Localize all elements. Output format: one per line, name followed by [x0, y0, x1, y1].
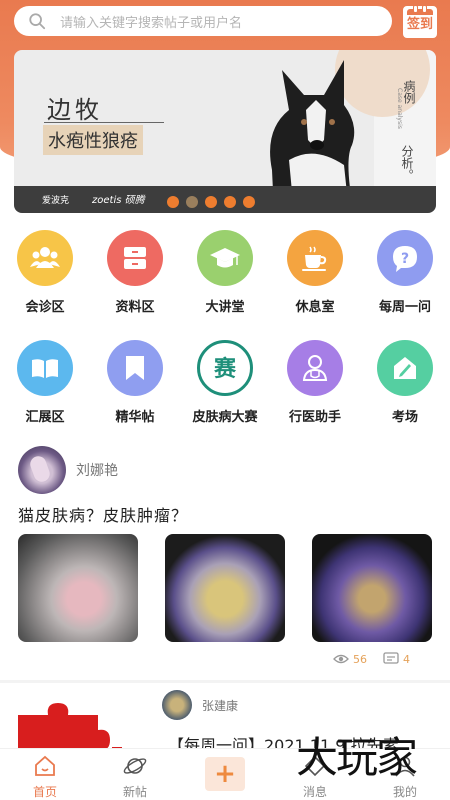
grid-label: 考场 — [391, 410, 418, 425]
grid-label: 会诊区 — [25, 300, 65, 315]
plus-icon[interactable]: + — [205, 757, 245, 791]
post-title[interactable]: 猫皮肤病？皮肤肿瘤？ — [18, 502, 188, 526]
grid-item-lectures[interactable]: 大讲堂 — [180, 230, 270, 315]
pagination-dot[interactable] — [243, 196, 255, 208]
avatar[interactable] — [18, 446, 66, 494]
watermark-text: 大玩家 — [296, 733, 418, 782]
competition-icon: 赛 — [197, 340, 253, 396]
grid-label: 汇展区 — [25, 410, 65, 425]
author-name[interactable]: 张建康 — [202, 697, 238, 714]
grid-label: 大讲堂 — [205, 300, 245, 315]
grid-label: 休息室 — [295, 300, 335, 315]
svg-text:?: ? — [401, 251, 409, 267]
post-author[interactable]: 刘娜艳 — [18, 446, 118, 494]
grid-item-lounge[interactable]: 休息室 — [270, 230, 360, 315]
grid-label: 每周一问 — [378, 300, 431, 315]
grid-item-featured[interactable]: 精华帖 — [90, 340, 180, 425]
exam-icon — [377, 340, 433, 396]
pagination-dot[interactable] — [224, 196, 236, 208]
comment-count: 4 — [403, 652, 410, 666]
post-images — [18, 534, 432, 642]
calendar-icon — [407, 5, 433, 15]
pagination-dot-active[interactable] — [186, 196, 198, 208]
search-icon — [29, 13, 46, 30]
home-icon — [35, 755, 55, 776]
view-count: 56 — [353, 652, 367, 666]
nav-label: 新帖 — [122, 785, 147, 799]
grid-item-doctor-assistant[interactable]: 行医助手 — [270, 340, 360, 425]
nav-label: 消息 — [302, 785, 327, 799]
post-stats: 56 4 — [333, 652, 410, 666]
planet-icon — [123, 758, 147, 774]
banner-vertical-text-2: 分析。 — [400, 145, 414, 181]
pagination-dot[interactable] — [167, 196, 179, 208]
nav-label: 我的 — [392, 785, 417, 799]
search-placeholder: 请输入关键字搜索帖子或用户名 — [60, 15, 243, 31]
post-image[interactable] — [165, 534, 285, 642]
banner-subtitle: 水疱性狼疮 — [43, 125, 143, 155]
post-image[interactable] — [312, 534, 432, 642]
grid-item-materials[interactable]: 资料区 — [90, 230, 180, 315]
coffee-cup-icon — [287, 230, 343, 286]
nav-home[interactable]: 首页 — [15, 753, 75, 800]
grid-item-exam[interactable]: 考场 — [360, 340, 450, 425]
eye-icon — [333, 654, 349, 664]
grid-item-skin-contest[interactable]: 赛 皮肤病大赛 — [180, 340, 270, 425]
open-book-icon — [17, 340, 73, 396]
banner-pagination — [167, 196, 255, 208]
question-icon: ? — [377, 230, 433, 286]
checkin-button[interactable]: 签到 — [403, 5, 437, 38]
grid-item-consultation[interactable]: 会诊区 — [0, 230, 90, 315]
nav-new-posts[interactable]: 新帖 — [105, 753, 165, 800]
grid-label: 行医助手 — [288, 410, 341, 425]
checkin-label: 签到 — [406, 17, 433, 32]
author-name[interactable]: 刘娜艳 — [76, 460, 118, 480]
pagination-dot[interactable] — [205, 196, 217, 208]
puzzle-image[interactable] — [18, 695, 128, 755]
grid-item-exhibition[interactable]: 汇展区 — [0, 340, 90, 425]
grid-label: 皮肤病大赛 — [192, 410, 258, 425]
bookmark-icon — [107, 340, 163, 396]
banner-logo-zoetis: zoetis 硕腾 — [92, 195, 145, 206]
grid-label: 精华帖 — [115, 410, 155, 425]
grid-item-weekly-question[interactable]: ? 每周一问 — [360, 230, 450, 315]
promo-banner[interactable]: 边牧 水疱性狼疮 Case analysis 病例 分析。 爱波克 zoetis… — [14, 50, 436, 213]
avatar[interactable] — [162, 690, 192, 720]
group-icon — [17, 230, 73, 286]
banner-title: 边牧 — [47, 96, 103, 124]
comment-icon — [383, 652, 399, 664]
post2-author[interactable]: 张建康 — [162, 690, 238, 720]
doctor-icon — [287, 340, 343, 396]
search-bar[interactable]: 请输入关键字搜索帖子或用户名 — [14, 6, 392, 36]
grid-label: 资料区 — [115, 300, 155, 315]
banner-logo-elanco: 爱波克 — [42, 196, 70, 206]
competition-glyph: 赛 — [213, 356, 237, 382]
graduation-cap-icon — [197, 230, 253, 286]
banner-vertical-text-1: 病例 — [402, 80, 416, 104]
nav-label: 首页 — [32, 785, 57, 799]
post-image[interactable] — [18, 534, 138, 642]
banner-title-underline — [44, 122, 164, 123]
section-divider — [0, 680, 450, 683]
drawer-icon — [107, 230, 163, 286]
